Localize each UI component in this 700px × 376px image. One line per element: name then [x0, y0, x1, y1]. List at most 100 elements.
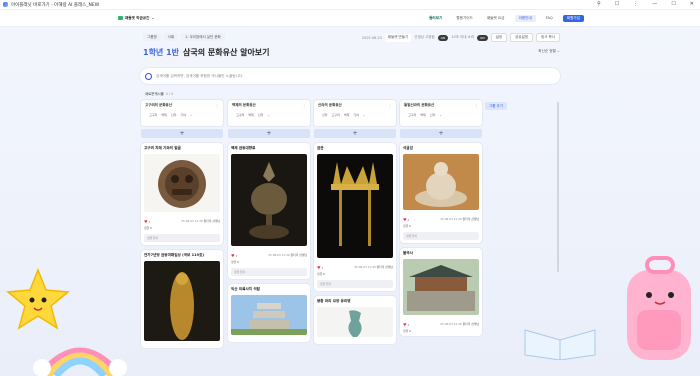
column-title: 신라의 문화유산: [318, 103, 342, 107]
post-title: 백제 금동대향로: [231, 146, 256, 150]
backpack-character-illustration: [627, 256, 691, 360]
sound-toggle[interactable]: ON: [477, 34, 488, 41]
post-meta: ♥ 3 25.06.03 11:39 돌다리 선생님: [317, 265, 393, 270]
close-icon[interactable]: ✕: [690, 1, 694, 7]
settings-button[interactable]: 설정: [490, 33, 508, 42]
add-post-button[interactable]: +: [400, 129, 482, 138]
tag[interactable]: 고구려: [332, 113, 340, 117]
sort-dropdown[interactable]: 최신순 정렬 ⌄: [538, 49, 560, 54]
nav-guide[interactable]: 활용가이드: [452, 15, 477, 22]
post-date: 25.06.03 11:39: [268, 253, 290, 257]
post-card[interactable]: 연가7년명 금동여래입상 (국보 119호): [141, 250, 223, 348]
column-goguryeo: 고구려의 문화유산 ⋮ 고구려 백제 신라 가야 ⌄ + 고구려 치레 기와의 …: [141, 100, 223, 348]
sound-label: 10초 이내 소리: [451, 35, 475, 39]
site-logo[interactable]: 패들렛 학급공간 ⌄: [118, 16, 154, 21]
post-card[interactable]: 고구려 치레 기와의 얼굴 ♥ 3 25.06.03 11:39 돌다리 선생님…: [141, 143, 223, 245]
post-card[interactable]: 금관 ♥ 3 25.06.03 11:39 돌다리 선생님 댓글 0 댓글 달기: [314, 143, 396, 291]
comment-count[interactable]: 댓글 0: [317, 272, 393, 276]
tag[interactable]: 신라: [322, 113, 328, 117]
tag[interactable]: 백제: [161, 113, 167, 117]
post-author: 돌다리 선생님: [290, 253, 307, 257]
comment-input[interactable]: 댓글 달기: [144, 234, 220, 242]
nav-explore[interactable]: 둘러보기: [425, 15, 446, 22]
like-count: 3: [321, 266, 324, 270]
fixed-label: 선생님 고정됨: [414, 35, 435, 39]
chevron-down-icon[interactable]: ⌄: [190, 113, 193, 117]
add-post-button[interactable]: +: [228, 129, 310, 138]
tag[interactable]: 신라: [258, 113, 264, 117]
class-name: 1학년 1반: [143, 48, 179, 57]
comment-count[interactable]: 댓글 0: [231, 260, 307, 264]
tag[interactable]: 신라: [171, 113, 177, 117]
minimize-icon[interactable]: —: [652, 1, 657, 7]
post-card[interactable]: 백제 금동대향로 ♥ 3 25.06.03 11:39 돌다리 선생님 댓글 0…: [228, 143, 310, 279]
new-posts-count: 0 / 4: [165, 91, 174, 96]
tag[interactable]: 백제: [344, 113, 350, 117]
tag[interactable]: 신라: [430, 113, 436, 117]
column-tags: 고구려 백제 신라 ⌄: [404, 113, 478, 117]
column-baekje: 백제의 문화유산 ⋮ 고구려 백제 신라 ⌄ + 백제 금동대향로 ♥ 3 25…: [228, 100, 310, 342]
comment-input[interactable]: 댓글 달기: [317, 280, 393, 288]
like-count: 3: [235, 254, 238, 258]
post-date: 25.06.03 11:39: [354, 265, 376, 269]
tag[interactable]: 고구려: [236, 113, 244, 117]
chevron-down-icon[interactable]: ⌄: [363, 113, 366, 117]
copy-link-button[interactable]: 링크 복사: [536, 33, 560, 42]
post-card[interactable]: 석굴암 ♥ 3 25.06.03 11:39 돌다리 선생님 댓글 0 댓글 달…: [400, 143, 482, 243]
post-title: 고구려 치레 기와의 얼굴: [144, 146, 181, 150]
post-author: 돌다리 선생님: [462, 322, 479, 326]
extension-icon[interactable]: ☐: [615, 1, 619, 7]
browser-tab[interactable]: 아이플래닛 바로가기 - 아해랑 AI 플래스_NEW: [3, 2, 99, 8]
more-icon[interactable]: ⋮: [388, 103, 392, 108]
post-author: 돌다리 선생님: [376, 265, 393, 269]
post-card[interactable]: 불국사 ♥ 3 25.06.03 11:39 돌다리 선생님 댓글 0: [400, 248, 482, 336]
tag[interactable]: 고구려: [149, 113, 157, 117]
post-title: 익산 미륵사지 석탑: [231, 287, 260, 291]
breadcrumb-item[interactable]: 사회: [163, 33, 179, 41]
chevron-down-icon[interactable]: ⌄: [267, 113, 270, 117]
add-post-button[interactable]: +: [141, 129, 223, 138]
column-title: 고구려의 문화유산: [145, 103, 172, 107]
more-icon[interactable]: ⋮: [215, 103, 219, 108]
tag[interactable]: 가야: [353, 113, 359, 117]
breadcrumb-item[interactable]: 1. 우리땅에서 살던 문화: [181, 33, 225, 41]
more-icon[interactable]: ⋮: [474, 103, 478, 108]
post-card[interactable]: 익산 미륵사지 석탑: [228, 284, 310, 342]
post-title: 석굴암: [403, 146, 413, 150]
add-group-button[interactable]: 그룹 추가: [485, 102, 507, 110]
more-icon[interactable]: ⋮: [633, 1, 638, 7]
more-icon[interactable]: ⋮: [302, 103, 306, 108]
column-title: 통일신라의 문화유산: [404, 103, 435, 107]
comment-count[interactable]: 댓글 0: [144, 226, 220, 230]
search-bar[interactable]: 검색어를 입력하면, 검색어를 포함한 게시물만 노출됩니다.: [140, 68, 560, 84]
new-posts-indicator: 새로운게시물 0 / 4: [145, 91, 174, 97]
comment-count[interactable]: 댓글 0: [403, 224, 479, 228]
date-label: 2025.06.23: [361, 35, 382, 40]
nav-price[interactable]: 패들렛 요금: [483, 15, 509, 22]
scrollbar[interactable]: [557, 102, 559, 272]
tag[interactable]: 고구려: [408, 113, 416, 117]
search-icon[interactable]: ⚲: [597, 1, 601, 7]
post-card[interactable]: 봉황 머리 모양 유리병: [314, 296, 396, 344]
fixed-toggle[interactable]: ON: [437, 34, 449, 41]
share-button[interactable]: 공유설정: [510, 33, 533, 42]
comment-input[interactable]: 댓글 달기: [403, 232, 479, 240]
tag[interactable]: 백제: [248, 113, 254, 117]
chevron-down-icon[interactable]: ⌄: [439, 113, 442, 117]
comment-input[interactable]: 댓글 달기: [231, 268, 307, 276]
nav-info[interactable]: 이용안내: [514, 14, 536, 22]
post-date: 25.06.03 11:39: [181, 219, 203, 223]
maximize-icon[interactable]: ☐: [671, 1, 675, 7]
board-controls: 2025.06.23 패들렛 만들기 선생님 고정됨 ON 10초 이내 소리 …: [362, 33, 560, 42]
column-tags: 신라 고구려 백제 가야 ⌄: [318, 113, 392, 117]
add-post-button[interactable]: +: [314, 129, 396, 138]
signup-button[interactable]: 회원가입: [562, 14, 584, 22]
post-meta: ♥ 3 25.06.03 11:39 돌다리 선생님: [231, 253, 307, 258]
window-titlebar: 아이플래닛 바로가기 - 아해랑 AI 플래스_NEW ⚲ ☐ ⋮ — ☐ ✕: [0, 0, 700, 10]
tag[interactable]: 백제: [420, 113, 426, 117]
logo-mark-icon: [118, 16, 123, 20]
nav-faq[interactable]: FAQ: [542, 15, 557, 21]
tag[interactable]: 가야: [180, 113, 186, 117]
comment-count[interactable]: 댓글 0: [403, 329, 479, 333]
breadcrumb-item[interactable]: 그룹명: [143, 33, 161, 41]
